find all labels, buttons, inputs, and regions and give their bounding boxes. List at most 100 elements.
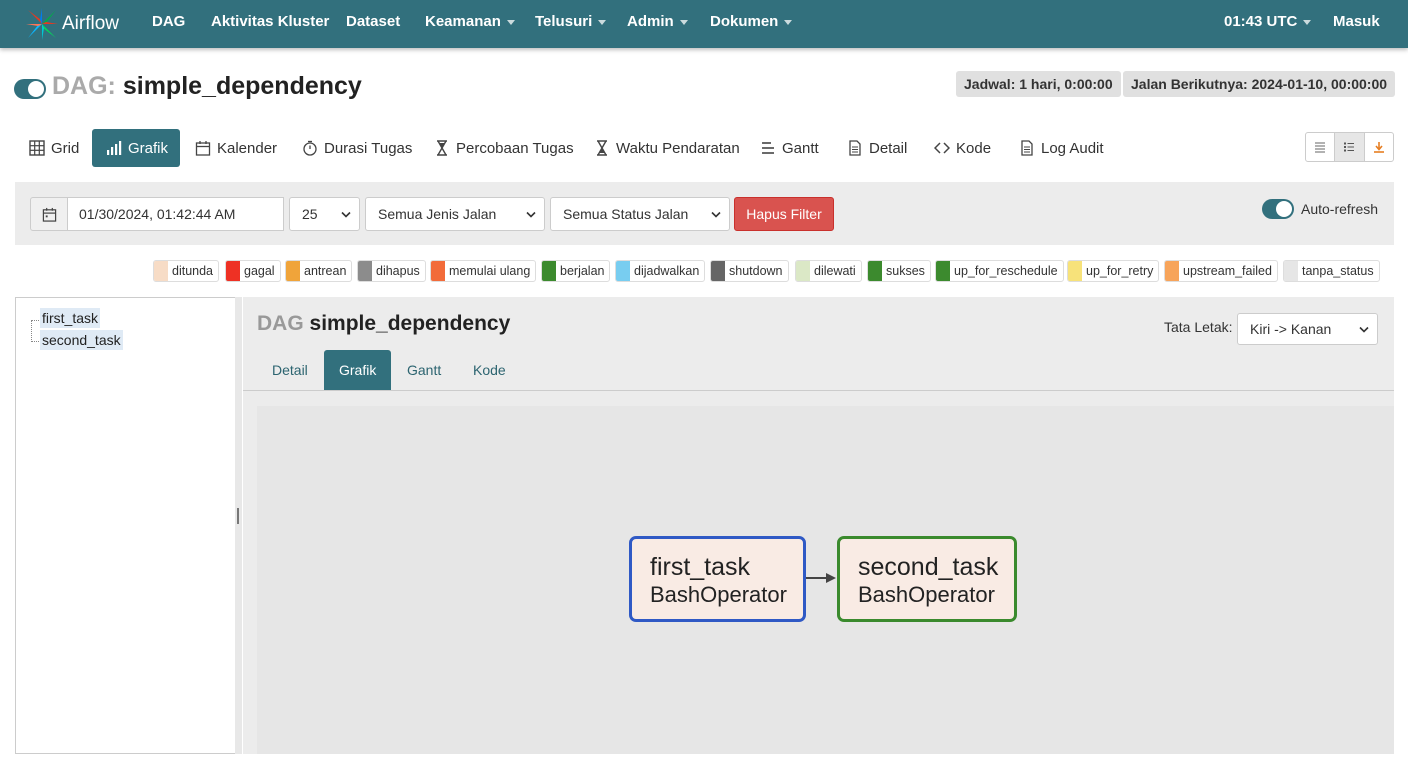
download-button[interactable] — [1365, 133, 1393, 161]
view-code[interactable]: Kode — [920, 129, 1005, 167]
legend-item-skipped: dilewati — [795, 260, 862, 282]
download-icon — [1373, 142, 1384, 153]
nav-dag[interactable]: DAG — [152, 0, 185, 48]
view-audit-log[interactable]: Log Audit — [1005, 129, 1118, 167]
login-link[interactable]: Masuk — [1333, 0, 1380, 48]
legend-label: tanpa_status — [1302, 264, 1374, 278]
list-view-button[interactable] — [1306, 133, 1336, 161]
legend-label: up_for_retry — [1086, 264, 1154, 278]
tree-item-first-task[interactable]: first_task — [40, 308, 101, 328]
legend-swatch — [936, 261, 950, 281]
panel-resizer[interactable] — [235, 297, 242, 754]
document-icon — [849, 140, 861, 156]
nav-docs[interactable]: Dokumen — [710, 0, 793, 48]
run-state-select[interactable]: Semua Status Jalan — [550, 197, 730, 231]
top-navbar: Airflow DAG Aktivitas Kluster Dataset Ke… — [0, 0, 1408, 48]
stopwatch-icon — [303, 140, 317, 156]
tab-gantt[interactable]: Gantt — [392, 350, 456, 390]
detail-list-view-button[interactable] — [1335, 133, 1365, 161]
select-value: Semua Jenis Jalan — [378, 206, 497, 222]
auto-refresh-toggle[interactable] — [1262, 199, 1294, 219]
view-task-duration[interactable]: Durasi Tugas — [288, 129, 426, 167]
select-value: 25 — [302, 206, 318, 222]
legend-label: gagal — [244, 264, 275, 278]
tree-connector — [31, 320, 32, 342]
base-date-input[interactable]: 01/30/2024, 01:42:44 AM — [67, 197, 284, 231]
nav-label: Keamanan — [425, 13, 501, 30]
schedule-badge: Jadwal: 1 hari, 0:00:00 — [956, 71, 1121, 97]
next-run-badge: Jalan Berikutnya: 2024-01-10, 00:00:00 — [1123, 71, 1396, 97]
view-grid[interactable]: Grid — [15, 129, 93, 167]
select-value: Semua Status Jalan — [563, 206, 689, 222]
view-label: Kode — [956, 139, 992, 157]
tab-graph[interactable]: Grafik — [324, 350, 391, 390]
view-label: Waktu Pendaratan — [616, 139, 740, 157]
legend-swatch — [1165, 261, 1179, 281]
graph-node-second-task[interactable]: second_task BashOperator — [837, 536, 1017, 622]
legend-label: memulai ulang — [449, 264, 531, 278]
auto-refresh-label: Auto-refresh — [1301, 201, 1379, 217]
dag-prefix: DAG: — [52, 72, 116, 100]
legend-label: antrean — [304, 264, 347, 278]
nav-admin[interactable]: Admin — [627, 0, 688, 48]
num-runs-select[interactable]: 25 — [289, 197, 360, 231]
timezone-dropdown[interactable]: 01:43 UTC — [1224, 0, 1312, 48]
view-details[interactable]: Detail — [833, 129, 921, 167]
nav-label: DAG — [152, 13, 186, 30]
legend-item-upstream-failed: upstream_failed — [1164, 260, 1278, 282]
legend-swatch — [286, 261, 300, 281]
date-picker-button[interactable] — [30, 197, 68, 231]
chevron-down-icon — [784, 19, 793, 25]
tab-details[interactable]: Detail — [257, 350, 323, 390]
nav-browse[interactable]: Telusuri — [535, 0, 607, 48]
view-label: Detail — [869, 139, 908, 157]
view-calendar[interactable]: Kalender — [181, 129, 291, 167]
view-landing-times[interactable]: Waktu Pendaratan — [580, 129, 754, 167]
layout-select[interactable]: Kiri -> Kanan — [1237, 313, 1378, 345]
task-tree-panel — [15, 297, 237, 754]
chevron-down-icon — [598, 19, 607, 25]
legend-item-up-for-reschedule: up_for_reschedule — [935, 260, 1064, 282]
legend-swatch — [1068, 261, 1082, 281]
legend-item-queued: antrean — [285, 260, 353, 282]
tree-item-second-task[interactable]: second_task — [40, 330, 123, 350]
view-label: Log Audit — [1041, 139, 1104, 157]
nav-label: Telusuri — [535, 13, 593, 30]
graph-node-first-task[interactable]: first_task BashOperator — [629, 536, 806, 622]
tabs-divider — [243, 390, 1394, 391]
nav-datasets[interactable]: Dataset — [346, 0, 400, 48]
select-value: Kiri -> Kanan — [1250, 321, 1332, 337]
nav-security[interactable]: Keamanan — [425, 0, 515, 48]
panel-title-dag-id: simple_dependency — [309, 312, 511, 335]
view-gantt[interactable]: Gantt — [746, 129, 833, 167]
gantt-icon — [762, 142, 774, 154]
display-mode-toggle-group — [1305, 132, 1394, 162]
legend-swatch — [868, 261, 882, 281]
node-task-id: first_task — [650, 553, 751, 581]
view-label: Kalender — [217, 139, 278, 157]
airflow-brand[interactable]: Airflow — [24, 4, 119, 44]
arrow-right-icon — [826, 573, 836, 583]
nav-cluster-activity[interactable]: Aktivitas Kluster — [211, 0, 329, 48]
dag-id: simple_dependency — [122, 72, 362, 100]
code-icon — [934, 142, 950, 154]
legend-item-removed: dihapus — [357, 260, 426, 282]
tree-connector — [31, 341, 39, 342]
run-type-select[interactable]: Semua Jenis Jalan — [365, 197, 545, 231]
page-title: DAG: simple_dependency — [52, 72, 362, 101]
tab-code[interactable]: Kode — [458, 350, 521, 390]
legend-label: shutdown — [729, 264, 783, 278]
legend-swatch — [431, 261, 445, 281]
chevron-down-icon — [506, 19, 515, 25]
node-operator: BashOperator — [650, 582, 787, 607]
chevron-down-icon — [1359, 326, 1369, 333]
legend-label: dilewati — [814, 264, 856, 278]
node-task-id: second_task — [858, 553, 999, 581]
dag-pause-toggle[interactable] — [14, 79, 46, 99]
panel-title-prefix: DAG — [257, 312, 304, 335]
view-task-tries[interactable]: Percobaan Tugas — [420, 129, 588, 167]
legend-label: upstream_failed — [1183, 264, 1272, 278]
clear-filter-button[interactable]: Hapus Filter — [734, 197, 834, 231]
view-graph[interactable]: Grafik — [92, 129, 180, 167]
legend-item-shutdown: shutdown — [710, 260, 789, 282]
